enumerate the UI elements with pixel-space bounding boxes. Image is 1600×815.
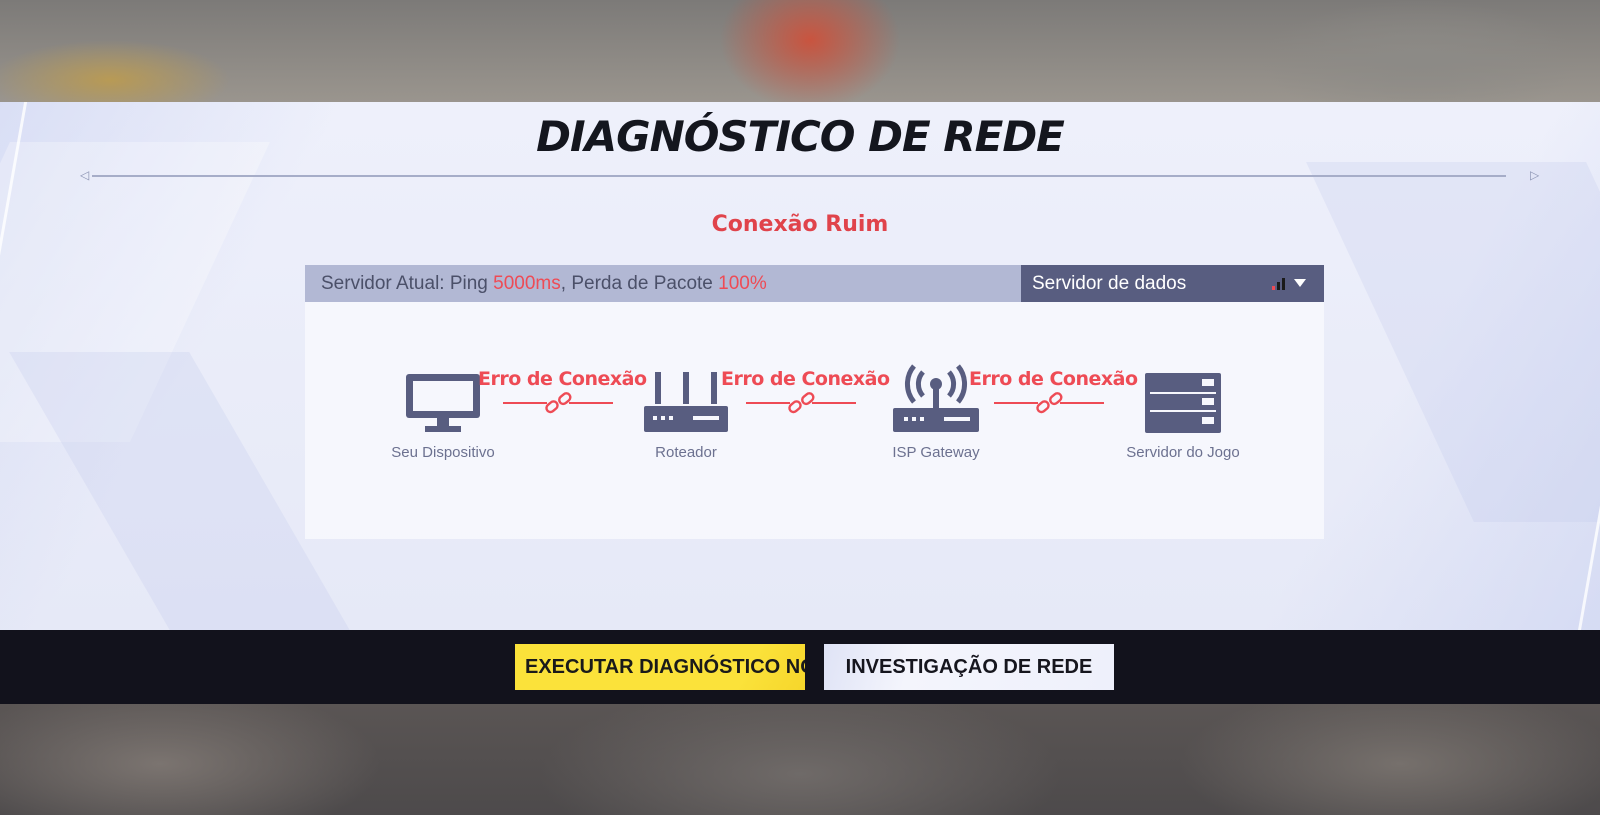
action-bar: EXECUTAR DIAGNÓSTICO NOVAMENTE INVESTIGA…	[0, 630, 1600, 704]
network-diagnostic-panel: DIAGNÓSTICO DE REDE ◁ ▷ Conexão Ruim Ser…	[0, 102, 1600, 630]
page-title: DIAGNÓSTICO DE REDE	[536, 112, 1065, 161]
title-divider	[92, 175, 1506, 177]
node-label: ISP Gateway	[892, 444, 980, 461]
signal-bars-icon	[1272, 277, 1286, 290]
run-diagnostic-again-button[interactable]: EXECUTAR DIAGNÓSTICO NOVAMENTE	[515, 644, 805, 690]
link-error-label: Erro de Conexão	[969, 368, 1138, 390]
link-router-gateway: Erro de Conexão	[721, 368, 890, 416]
link-gateway-server: Erro de Conexão	[969, 368, 1138, 416]
current-server-info: Servidor Atual: Ping 5000ms, Perda de Pa…	[305, 265, 1021, 302]
connection-status: Conexão Ruim	[711, 212, 889, 237]
node-game-server: Servidor do Jogo	[1113, 372, 1253, 461]
broken-link-icon	[503, 392, 613, 414]
link-error-label: Erro de Conexão	[478, 368, 647, 390]
rule-cap-right: ▷	[1530, 168, 1540, 182]
network-path-diagram: Seu Dispositivo Erro de Conexão Roteador…	[305, 302, 1324, 539]
link-device-router: Erro de Conexão	[478, 368, 647, 416]
network-investigation-button[interactable]: INVESTIGAÇÃO DE REDE	[824, 644, 1114, 690]
node-label: Servidor do Jogo	[1126, 444, 1240, 461]
rule-cap-left: ◁	[80, 168, 90, 182]
server-icon	[1145, 373, 1221, 433]
monitor-icon	[406, 374, 480, 432]
decor-facet	[9, 352, 351, 630]
broken-link-icon	[994, 392, 1104, 414]
game-background-bottom	[0, 704, 1600, 815]
link-error-label: Erro de Conexão	[721, 368, 890, 390]
info-prefix: Servidor Atual: Ping	[321, 273, 494, 294]
broken-link-icon	[746, 392, 856, 414]
packet-loss-value: 100%	[718, 273, 767, 294]
router-icon	[644, 372, 728, 432]
ping-value: 5000ms	[493, 273, 561, 294]
antenna-icon	[893, 364, 979, 432]
server-dropdown-value: Servidor de dados	[1032, 273, 1187, 294]
server-dropdown[interactable]: Servidor de dados	[1021, 265, 1324, 302]
game-background-top	[0, 0, 1600, 102]
dropdown-arrow-icon	[1294, 279, 1306, 287]
info-middle: , Perda de Pacote	[560, 273, 719, 294]
node-label: Seu Dispositivo	[391, 444, 495, 461]
node-label: Roteador	[655, 444, 717, 461]
